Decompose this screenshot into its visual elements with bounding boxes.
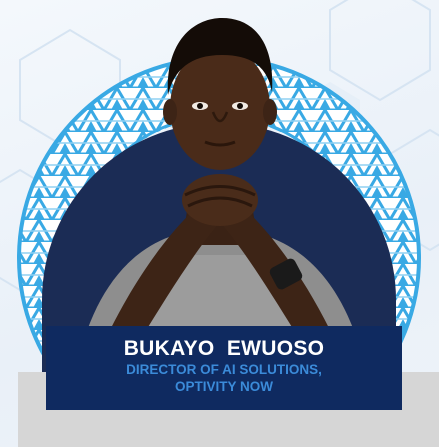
- speaker-name: BUKAYO EWUOSO: [123, 337, 325, 360]
- name-plate: BUKAYO EWUOSO DIRECTOR OF AI SOLUTIONS, …: [46, 326, 402, 410]
- speaker-card: BUKAYO EWUOSO DIRECTOR OF AI SOLUTIONS, …: [0, 0, 439, 447]
- speaker-role-line1: DIRECTOR OF AI SOLUTIONS,: [126, 362, 322, 377]
- speaker-role-line2: OPTIVITY NOW: [174, 379, 273, 394]
